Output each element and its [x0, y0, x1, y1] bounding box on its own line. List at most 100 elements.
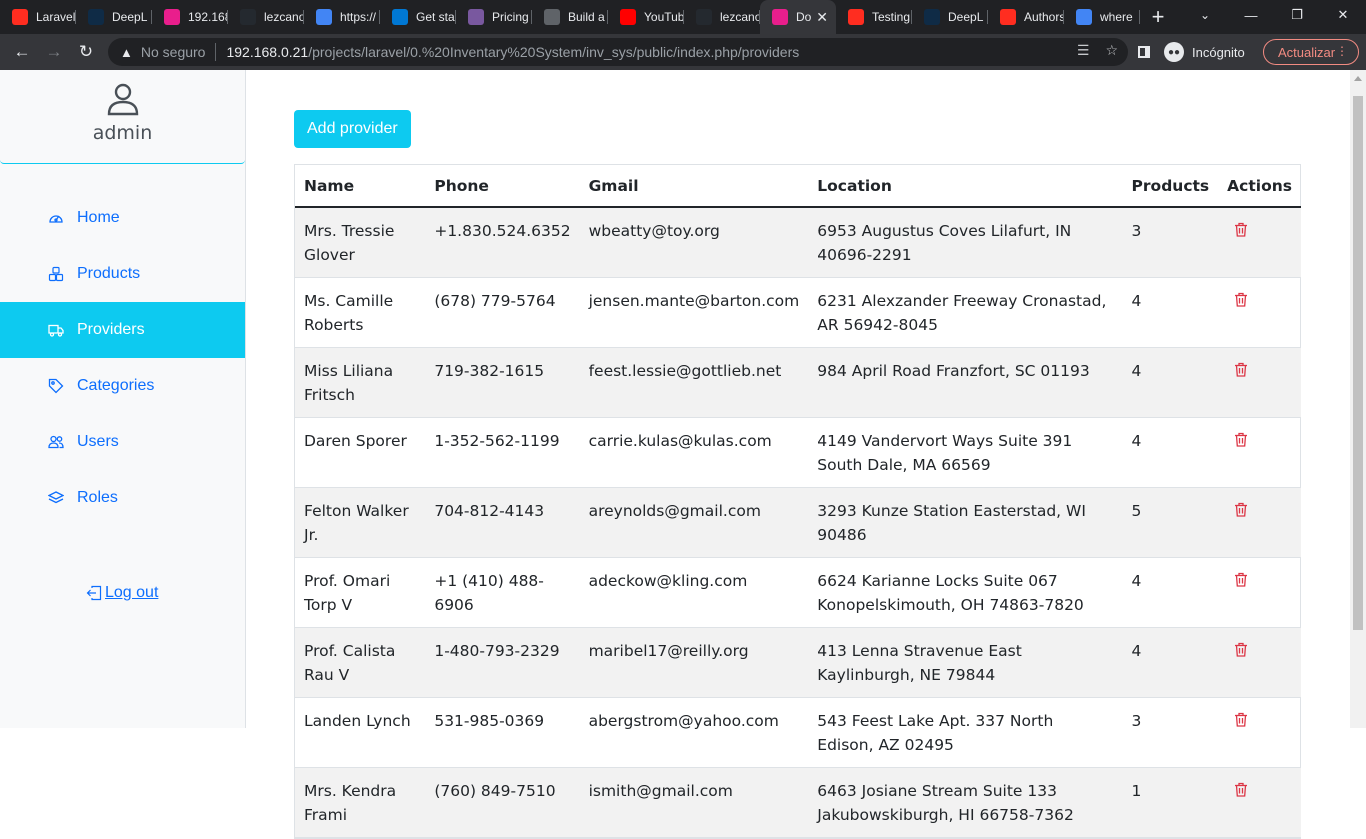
cell-products: 4 [1122, 557, 1219, 628]
restore-icon[interactable]: ❐ [1274, 0, 1320, 30]
cell-actions [1218, 627, 1301, 698]
translate-icon[interactable]: ☰ [1077, 42, 1090, 59]
browser-tab[interactable]: Do ✕ [760, 0, 836, 34]
scrollbar-thumb[interactable] [1353, 96, 1363, 630]
page-scrollbar[interactable] [1350, 70, 1366, 728]
cell-gmail: jensen.mante@barton.com [579, 277, 809, 348]
table-row: Ms. Camille Roberts (678) 779-5764 jensen.… [295, 277, 1301, 348]
cell-actions [1218, 417, 1301, 488]
browser-tab[interactable]: Pricing [456, 0, 532, 34]
cell-actions [1218, 767, 1301, 838]
browser-tab[interactable]: where [1064, 0, 1140, 34]
browser-tab[interactable]: Build a [532, 0, 608, 34]
cell-location: 6463 Josiane Stream Suite 133 Jakubowski… [808, 767, 1123, 838]
laravel-icon [12, 9, 28, 25]
sidebar-item-users[interactable]: Users [0, 414, 245, 470]
cell-location: 4149 Vandervort Ways Suite 391 South Dal… [808, 417, 1123, 488]
cell-location: 543 Feest Lake Apt. 337 North Edison, AZ… [808, 697, 1123, 768]
cell-actions [1218, 487, 1301, 558]
minimize-icon[interactable]: — [1228, 0, 1274, 30]
browser-tab-title: lezcano [720, 10, 760, 24]
cell-location: 6231 Alexzander Freeway Cronastad, AR 56… [808, 277, 1123, 348]
sidebar-item-providers[interactable]: Providers [0, 302, 245, 358]
trash-icon[interactable] [1227, 429, 1248, 447]
providers-table: Name Phone Gmail Location Products Actio… [295, 165, 1301, 838]
truck-icon [48, 322, 64, 338]
cell-products: 1 [1122, 767, 1219, 838]
sidebar-item-label: Home [77, 209, 120, 226]
forward-icon[interactable]: → [38, 36, 70, 68]
reload-icon[interactable]: ↻ [70, 36, 102, 68]
browser-tab[interactable]: DeepL [76, 0, 152, 34]
cell-location: 3293 Kunze Station Easterstad, WI 90486 [808, 487, 1123, 558]
trash-icon[interactable] [1227, 639, 1248, 657]
browser-tab[interactable]: https:// [304, 0, 380, 34]
browser-tab[interactable]: 192.168 [152, 0, 228, 34]
trash-icon[interactable] [1227, 219, 1248, 237]
close-tab-icon[interactable]: ✕ [816, 9, 828, 26]
cell-actions [1218, 277, 1301, 348]
update-button[interactable]: Actualizar ⋮ [1263, 39, 1359, 65]
cell-actions [1218, 347, 1301, 418]
browser-tab[interactable]: Get started [380, 0, 456, 34]
back-icon[interactable]: ← [6, 36, 38, 68]
browser-tab[interactable]: lezcano [228, 0, 304, 34]
browser-tab[interactable]: Laravel [0, 0, 76, 34]
github-icon [240, 9, 256, 25]
cell-gmail: maribel17@reilly.org [579, 627, 809, 698]
scroll-up-arrow-icon[interactable] [1354, 76, 1362, 81]
table-header-row: Name Phone Gmail Location Products Actio… [295, 165, 1301, 208]
cell-name: Landen Lynch [295, 697, 426, 768]
browser-tab[interactable]: DeepL [912, 0, 988, 34]
tags-icon [48, 378, 64, 394]
browser-tab-title: where [1100, 10, 1133, 24]
side-panel-icon[interactable] [1138, 46, 1150, 58]
security-label: No seguro [140, 44, 206, 60]
people-icon [48, 434, 64, 450]
browser-tab[interactable]: Testing [836, 0, 912, 34]
bookmark-star-icon[interactable]: ☆ [1105, 42, 1118, 59]
laravel-icon [848, 9, 864, 25]
sidebar-item-products[interactable]: Products [0, 246, 245, 302]
sidebar-item-label: Providers [77, 321, 145, 338]
cell-products: 3 [1122, 697, 1219, 768]
trash-icon[interactable] [1227, 569, 1248, 587]
azure-icon [392, 9, 408, 25]
providers-table-wrapper: Name Phone Gmail Location Products Actio… [294, 164, 1301, 839]
trash-icon[interactable] [1227, 499, 1248, 517]
heroku-icon [468, 9, 484, 25]
close-window-icon[interactable]: ✕ [1320, 0, 1366, 30]
add-provider-button[interactable]: Add provider [294, 110, 411, 148]
new-tab-icon[interactable]: + [1140, 0, 1176, 34]
trash-icon[interactable] [1227, 779, 1248, 797]
cell-name: Mrs. Tressie Glover [295, 207, 426, 278]
trash-icon[interactable] [1227, 709, 1248, 727]
youtube-icon [620, 9, 636, 25]
address-bar[interactable]: ▲ No seguro 192.168.0.21/projects/larave… [108, 38, 1128, 66]
browser-tab-title: Authors [1024, 10, 1064, 24]
sidebar-item-label: Categories [77, 377, 155, 394]
table-row: Mrs. Tressie Glover +1.830.524.6352 wbeatt… [295, 207, 1301, 278]
cell-products: 4 [1122, 347, 1219, 418]
sidebar-item-categories[interactable]: Categories [0, 358, 245, 414]
sidebar-item-roles[interactable]: Roles [0, 470, 245, 526]
menu-kebab-icon[interactable]: ⋮ [1336, 44, 1348, 58]
browser-tab[interactable]: Authors [988, 0, 1064, 34]
table-row: Daren Sporer 1-352-562-1199 carrie.kulas@k… [295, 417, 1301, 488]
logout-link[interactable]: Log out [86, 584, 158, 602]
trash-icon[interactable] [1227, 359, 1248, 377]
speedometer-icon [48, 210, 64, 226]
cell-gmail: wbeatty@toy.org [579, 207, 809, 278]
incognito-icon[interactable]: ●● [1164, 42, 1184, 62]
browser-tab-title: Get started [416, 10, 456, 24]
browser-tab[interactable]: YouTube [608, 0, 684, 34]
cell-phone: +1.830.524.6352 [425, 207, 580, 278]
tab-search-chevron-icon[interactable]: ⌄ [1192, 0, 1218, 30]
browser-tab-title: YouTube [644, 10, 684, 24]
logout-label: Log out [105, 584, 159, 601]
sidebar-item-home[interactable]: Home [0, 190, 245, 246]
browser-tab[interactable]: lezcano [684, 0, 760, 34]
table-row: Felton Walker Jr. 704-812-4143 areynolds@g… [295, 487, 1301, 558]
trash-icon[interactable] [1227, 289, 1248, 307]
username: admin [92, 122, 153, 144]
